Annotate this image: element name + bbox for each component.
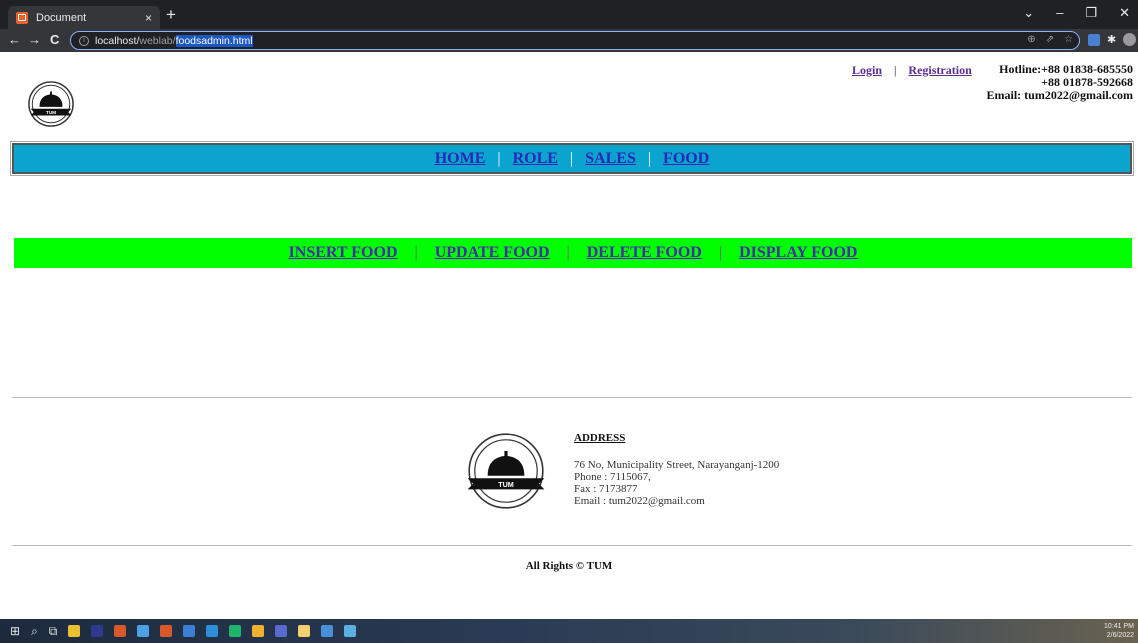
- taskbar-app-icon[interactable]: [114, 625, 127, 637]
- taskbar-app-icon[interactable]: [183, 625, 196, 637]
- nav-role[interactable]: ROLE: [513, 150, 558, 168]
- taskbar-app-icon[interactable]: [321, 625, 334, 637]
- taskbar-app-icon[interactable]: [137, 625, 150, 637]
- nav-sales[interactable]: SALES: [585, 150, 636, 168]
- taskbar-app-icon[interactable]: [160, 625, 173, 637]
- back-button[interactable]: ←: [8, 32, 21, 47]
- address-bar[interactable]: i localhost/weblab/foodsadmin.html ⊕ ⇗ ☆: [70, 31, 1080, 50]
- contact-email: Email: tum2022@gmail.com: [986, 88, 1133, 102]
- tab-title: Document: [36, 11, 87, 24]
- nav-separator: |: [497, 149, 501, 167]
- address-email: Email : tum2022@gmail.com: [574, 495, 705, 507]
- nav-separator: |: [569, 149, 574, 167]
- registration-link[interactable]: Registration: [908, 63, 971, 78]
- taskbar-app-icon[interactable]: [91, 625, 104, 637]
- taskbar-clock[interactable]: 10:41 PM 2/6/2022: [1104, 622, 1134, 640]
- forward-button[interactable]: →: [28, 32, 41, 47]
- auth-separator: |: [894, 63, 897, 77]
- address-phone: Phone : 7115067,: [574, 471, 651, 483]
- close-window-button[interactable]: ✕: [1119, 5, 1130, 21]
- subnav-separator: |: [414, 244, 418, 261]
- nav-home[interactable]: HOME: [435, 150, 486, 168]
- site-logo[interactable]: TUM: [27, 80, 75, 128]
- url-path: weblab/: [139, 34, 176, 47]
- auth-links: Login | Registration: [852, 63, 972, 78]
- taskbar-app-icon[interactable]: [252, 625, 265, 637]
- footer-divider-top: [12, 397, 1132, 398]
- nav-food[interactable]: FOOD: [663, 150, 709, 168]
- url-selected: foodsadmin.html: [175, 34, 253, 47]
- taskbar-app-icon[interactable]: [298, 625, 311, 637]
- minimize-button[interactable]: –: [1056, 5, 1063, 21]
- taskbar-app-icon[interactable]: [275, 625, 288, 637]
- browser-toolbar: ← → C i localhost/weblab/foodsadmin.html…: [0, 29, 1138, 52]
- url-host: localhost/: [95, 34, 140, 47]
- display-food-link[interactable]: DISPLAY FOOD: [739, 244, 857, 262]
- tab-favicon-icon: [16, 11, 28, 24]
- new-tab-button[interactable]: +: [166, 6, 176, 24]
- taskbar-app-icon[interactable]: [229, 625, 242, 637]
- extensions-puzzle-icon[interactable]: ✱: [1107, 33, 1116, 46]
- contact-info: Hotline:+88 01838-685550 +88 01878-59266…: [987, 63, 1133, 102]
- nav-separator: |: [647, 149, 652, 167]
- subnav-separator: |: [718, 244, 723, 261]
- extension-icon[interactable]: [1088, 33, 1100, 46]
- delete-food-link[interactable]: DELETE FOOD: [587, 244, 702, 262]
- clock-time: 10:41 PM: [1104, 623, 1134, 630]
- extension-icons: ✱ ⋮: [1088, 33, 1138, 46]
- insert-food-link[interactable]: INSERT FOOD: [289, 244, 398, 262]
- address-heading: ADDRESS: [574, 432, 626, 444]
- tab-search-icon[interactable]: ⌄: [1023, 5, 1034, 21]
- update-food-link[interactable]: UPDATE FOOD: [435, 244, 550, 262]
- taskbar-apps: [68, 625, 357, 637]
- logo-text: TUM: [46, 110, 56, 116]
- window-controls: ⌄ – ❐ ✕: [1023, 5, 1130, 21]
- task-view-icon[interactable]: ⧉: [49, 624, 58, 639]
- share-icon[interactable]: ⇗: [1046, 34, 1054, 45]
- clock-date: 2/6/2022: [1106, 632, 1134, 639]
- food-sub-nav: INSERT FOOD | UPDATE FOOD | DELETE FOOD …: [14, 238, 1132, 268]
- windows-start-icon[interactable]: ⊞: [10, 624, 20, 638]
- search-icon[interactable]: ⌕: [31, 624, 38, 639]
- login-link[interactable]: Login: [852, 63, 882, 78]
- address-line: 76 No, Municipality Street, Narayanganj-…: [574, 459, 780, 471]
- footer-logo: TUM: [467, 433, 545, 509]
- footer-divider-bottom: [12, 545, 1132, 546]
- zoom-icon[interactable]: ⊕: [1027, 34, 1035, 45]
- taskbar-app-icon[interactable]: [206, 625, 219, 637]
- footer-address: ADDRESS 76 No, Municipality Street, Nara…: [574, 432, 779, 507]
- taskbar-app-icon[interactable]: [68, 625, 81, 637]
- maximize-button[interactable]: ❐: [1085, 5, 1097, 21]
- reload-button[interactable]: C: [50, 32, 59, 47]
- bookmark-star-icon[interactable]: ☆: [1064, 34, 1073, 45]
- browser-tabstrip: Document × + ⌄ – ❐ ✕: [0, 0, 1138, 29]
- subnav-separator: |: [566, 244, 570, 261]
- omnibox-actions: ⊕ ⇗ ☆: [1027, 34, 1073, 45]
- browser-tab[interactable]: Document ×: [8, 6, 160, 29]
- copyright-text: All Rights © TUM: [525, 560, 613, 572]
- footer-logo-text: TUM: [498, 480, 514, 489]
- taskbar-app-icon[interactable]: [344, 625, 357, 637]
- main-nav: HOME | ROLE | SALES | FOOD: [10, 141, 1134, 176]
- address-fax: Fax : 7173877: [574, 483, 638, 495]
- tab-close-icon[interactable]: ×: [145, 11, 152, 25]
- profile-avatar[interactable]: [1123, 33, 1137, 46]
- site-info-icon[interactable]: i: [79, 35, 89, 46]
- os-taskbar: ⊞ ⌕ ⧉ 10:41 PM 2/6/2022: [0, 619, 1138, 643]
